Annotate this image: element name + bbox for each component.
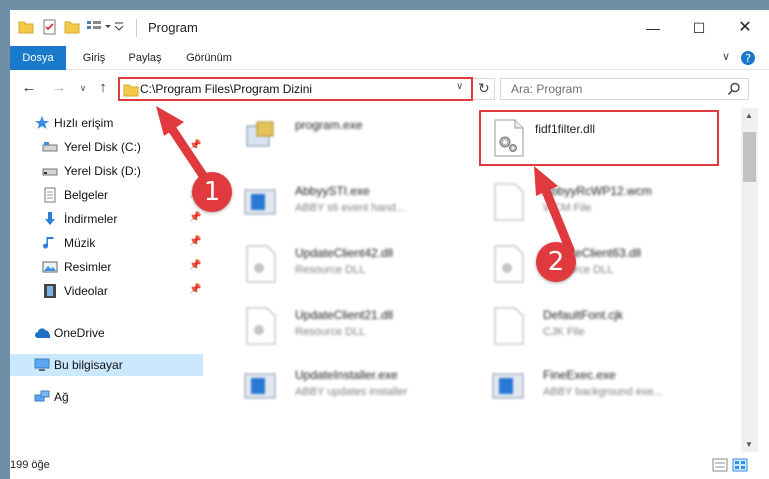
arrow-1-head [156,106,184,136]
explorer-window: Program — ☐ ✕ Dosya Giriş Paylaş Görünüm… [10,10,769,479]
annotation-arrows [156,106,575,255]
callout-badge-1: 1 [192,172,232,212]
arrow-2-shaft [539,181,575,255]
callout-badge-2: 2 [536,242,576,282]
arrow-1-shaft [165,121,211,185]
